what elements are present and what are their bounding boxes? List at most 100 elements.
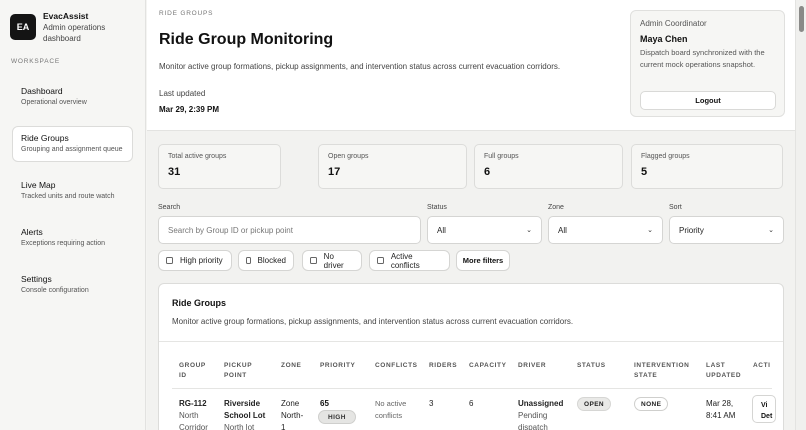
header-line: UPDATED [706,372,742,379]
checkbox-icon[interactable] [377,257,384,264]
column-header-riders[interactable]: RIDERS [429,361,457,371]
header-line: STATE [634,372,658,379]
checkbox-icon[interactable] [246,257,251,264]
driver-name: Unassigned [518,399,564,408]
sidebar-nav: Dashboard Operational overview Ride Grou… [0,79,145,303]
chip-label: Blocked [257,256,286,265]
pickup-line: Riverside [224,399,261,408]
sidebar-item-sublabel: Tracked units and route watch [21,193,115,200]
logout-button[interactable]: Logout [640,91,776,110]
status-select-value: All [437,225,446,235]
zone-select-value: All [558,225,567,235]
column-header-driver[interactable]: DRIVER [518,361,546,371]
stat-value: 6 [484,166,491,178]
header-line: INTERVENTION [634,362,690,369]
checkbox-icon[interactable] [310,257,317,264]
filter-chip-no-driver[interactable]: No driver [302,250,362,271]
priority-badge: HIGH [318,410,356,424]
action-line: Det [761,413,773,420]
main-content: RIDE GROUPS Ride Group Monitoring Monito… [147,0,795,430]
driver-sub: Pending [518,411,548,420]
page-header: RIDE GROUPS Ride Group Monitoring Monito… [147,0,795,131]
header-line: GROUP [179,362,206,369]
group-id: RG-112 [179,399,207,408]
sort-select[interactable]: Priority ⌄ [669,216,784,244]
sidebar-item-alerts[interactable]: Alerts Exceptions requiring action [12,220,133,256]
brand: EA EvacAssist Admin operations dashboard [0,0,145,44]
chip-label: Active conflicts [390,251,420,270]
filter-chip-blocked[interactable]: Blocked [238,250,294,271]
sidebar-item-label: Settings [21,274,52,284]
column-header-conflicts[interactable]: CONFLICTS [375,361,418,371]
group-sub: Corridor [179,423,208,430]
stat-total-active-groups: Total active groups 31 [158,144,281,189]
cell-riders: 3 [429,399,434,408]
column-header-last-updated[interactable]: LAST UPDATED [706,361,741,381]
view-details-button[interactable]: Vi Det [752,395,776,423]
intervention-badge: NONE [634,397,669,411]
admin-note: Dispatch board synchronized with the cur… [640,48,765,69]
brand-logo: EA [10,14,36,40]
sidebar-item-dashboard[interactable]: Dashboard Operational overview [12,79,133,115]
column-header-zone[interactable]: ZONE [281,361,301,371]
brand-text: EvacAssist Admin operations dashboard [43,11,135,44]
status-select[interactable]: All ⌄ [427,216,542,244]
filter-chip-high-priority[interactable]: High priority [158,250,232,271]
conflicts-line: No active [375,399,407,408]
chip-label: No driver [323,251,344,270]
column-header-status[interactable]: STATUS [577,361,606,371]
zone-line: 1 [281,423,286,430]
ride-groups-table-card: Ride Groups Monitor active group formati… [158,283,784,430]
stat-flagged-groups: Flagged groups 5 [631,144,783,189]
cell-driver: Unassigned Pending dispatch [518,398,563,430]
checkbox-icon[interactable] [166,257,173,264]
page-description: Monitor active group formations, pickup … [159,62,561,71]
status-filter-label: Status [427,204,447,211]
sidebar-item-settings[interactable]: Settings Console configuration [12,267,133,303]
sidebar-item-live-map[interactable]: Live Map Tracked units and route watch [12,173,133,209]
action-line: Vi [761,402,768,409]
admin-name: Maya Chen [640,34,688,44]
stat-open-groups: Open groups 17 [318,144,467,189]
column-header-intervention-state[interactable]: INTERVENTION STATE [634,361,689,381]
pickup-line: School Lot [224,411,266,420]
divider [172,388,772,389]
cell-priority-score: 65 [320,399,329,408]
sidebar: EA EvacAssist Admin operations dashboard… [0,0,146,430]
column-header-priority[interactable]: PRIORITY [320,361,356,371]
cell-conflicts: No active conflicts [375,398,406,422]
header-line: POINT [224,372,247,379]
table-description: Monitor active group formations, pickup … [172,317,574,326]
page-title: Ride Group Monitoring [159,31,334,48]
search-input[interactable]: Search by Group ID or pickup point [158,216,421,244]
column-header-pickup-point[interactable]: PICKUP POINT [224,361,252,381]
filter-chip-active-conflicts[interactable]: Active conflicts [369,250,450,271]
cell-last-updated: Mar 28, 8:41 AM [706,398,735,422]
scrollbar-thumb[interactable] [799,6,804,32]
column-header-capacity[interactable]: CAPACITY [469,361,507,371]
zone-select[interactable]: All ⌄ [548,216,663,244]
cell-group-id: RG-112 North Corridor [179,398,208,430]
pickup-sub: North lot [224,423,255,430]
conflicts-line: conflicts [375,411,403,420]
header-line: LAST [706,362,726,369]
brand-subtitle: Admin operations dashboard [43,23,106,43]
group-sub: North [179,411,199,420]
sidebar-item-ride-groups[interactable]: Ride Groups Grouping and assignment queu… [12,126,133,162]
header-line: PICKUP [224,362,253,369]
stat-label: Open groups [328,153,369,160]
sidebar-item-label: Dashboard [21,86,63,96]
stat-value: 5 [641,166,648,178]
sidebar-item-sublabel: Console configuration [21,287,89,294]
stat-label: Total active groups [168,153,227,160]
cell-zone: Zone North- 1 [281,398,303,430]
more-filters-button[interactable]: More filters [456,250,510,271]
chevron-down-icon: ⌄ [526,227,532,234]
status-badge: OPEN [577,397,612,411]
page-eyebrow: RIDE GROUPS [159,10,214,17]
column-header-group-id[interactable]: GROUP ID [179,361,206,381]
stat-full-groups: Full groups 6 [474,144,623,189]
divider [159,341,783,342]
stat-value: 17 [328,166,341,178]
page-scrollbar[interactable] [795,0,806,430]
